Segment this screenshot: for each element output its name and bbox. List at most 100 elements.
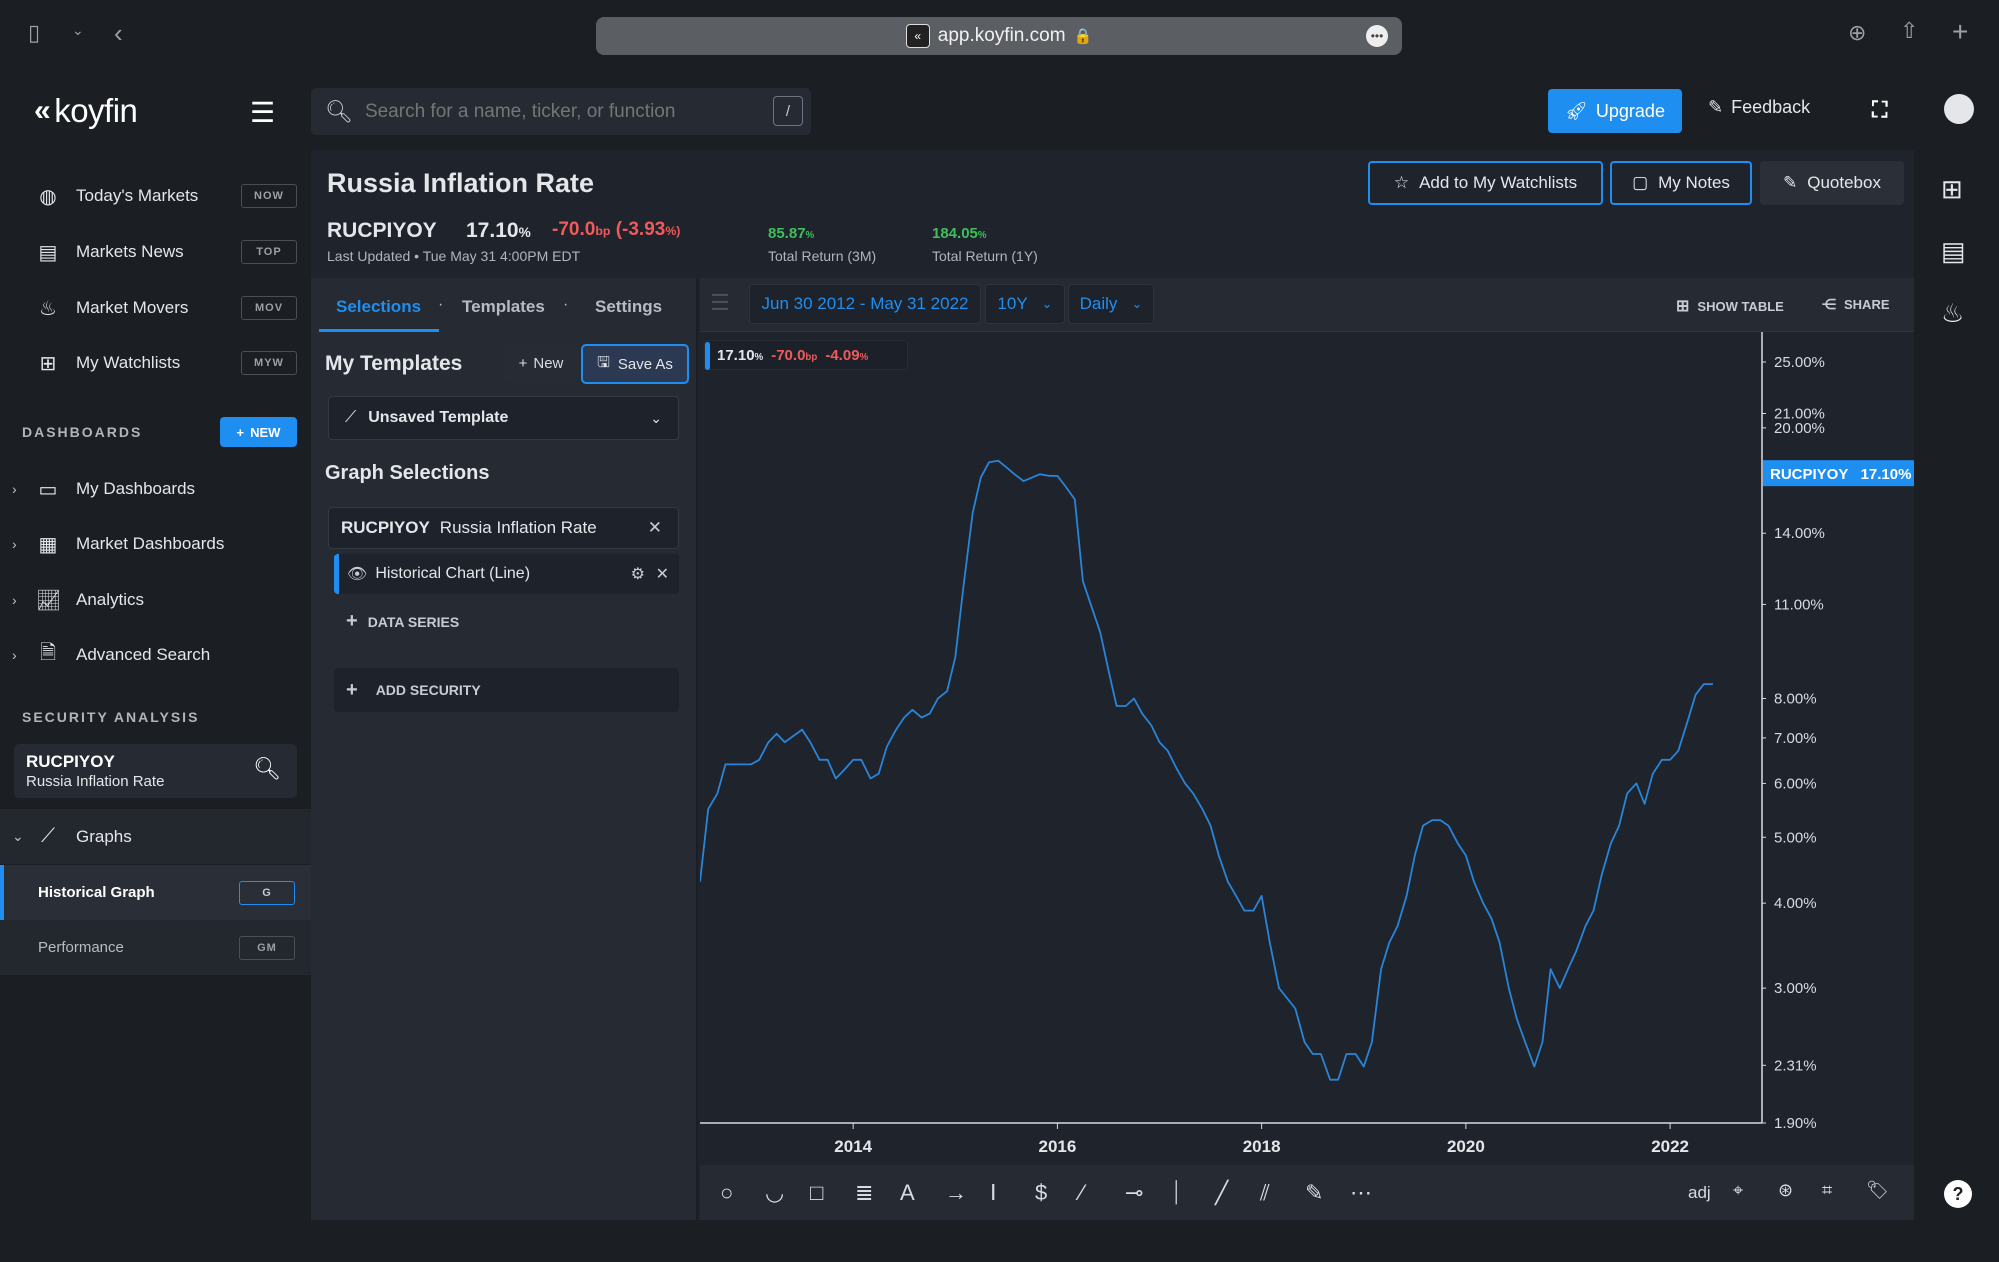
feedback-button[interactable]: ✎ Feedback	[1708, 97, 1810, 118]
search-icon[interactable]: 🔍︎	[253, 756, 281, 782]
share-button[interactable]: ⋲ SHARE	[1822, 296, 1890, 313]
y-tick-label: 4.00%	[1774, 895, 1817, 912]
period-select[interactable]: 10Y ⌄	[985, 284, 1065, 324]
rectangle-icon[interactable]: □	[810, 1180, 823, 1206]
help-icon[interactable]: ?	[1944, 1180, 1972, 1208]
sidebar-item-markets-news[interactable]: ▤ Markets News TOP	[0, 232, 311, 272]
security-selection-card[interactable]: RUCPIYOY Russia Inflation Rate ✕	[328, 507, 679, 549]
sidebar-item-todays-markets[interactable]: ◍ Today's Markets NOW	[0, 176, 311, 216]
sidebar-item-advanced-search[interactable]: › 🗎 Advanced Search	[0, 635, 311, 675]
sidebar-item-my-dashboards[interactable]: › ▭ My Dashboards	[0, 469, 311, 509]
template-select[interactable]: ⟋ Unsaved Template ⌄	[328, 396, 679, 440]
gear-icon[interactable]: ⚙	[631, 564, 645, 584]
tab-selections[interactable]: Selections	[336, 297, 421, 317]
watchlist-icon[interactable]: ⊞	[1941, 174, 1963, 205]
url-bar[interactable]: « app.koyfin.com 🔒 •••	[596, 17, 1402, 55]
series-selection-card[interactable]: 👁︎ Historical Chart (Line) ⚙ ✕	[334, 554, 679, 594]
rocket-icon: 🚀︎	[1565, 100, 1588, 121]
more-icon[interactable]: ⋯	[1350, 1180, 1372, 1206]
sidebar-item-performance[interactable]: Performance GM	[0, 920, 311, 975]
return-value: 85.87	[768, 225, 806, 242]
sidebar-item-analytics[interactable]: › 📈︎ Analytics	[0, 580, 311, 620]
more-options-icon[interactable]: •••	[1366, 25, 1388, 47]
show-table-button[interactable]: ⊞ SHOW TABLE	[1676, 296, 1784, 316]
line-chart-icon: ⟋	[41, 825, 55, 847]
x-tick-label: 2020	[1447, 1137, 1485, 1156]
profile-avatar-icon[interactable]	[1944, 94, 1974, 124]
y-tick-label: 7.00%	[1774, 730, 1817, 747]
crop-icon[interactable]: ⌗	[1822, 1180, 1832, 1201]
trendline-icon[interactable]: ⁄	[1080, 1180, 1084, 1206]
tab-separator: ·	[438, 296, 444, 313]
arrow-icon[interactable]: →	[945, 1180, 967, 1206]
chevron-down-icon: ⌄	[650, 409, 662, 426]
shortcut-badge: GM	[239, 935, 295, 960]
close-icon[interactable]: ✕	[656, 564, 669, 584]
new-tab-icon[interactable]: +	[1952, 16, 1968, 48]
arc-icon[interactable]: ◡	[765, 1180, 784, 1206]
search-input[interactable]	[364, 100, 745, 123]
analytics-icon: 📈︎	[36, 589, 62, 612]
price-note-icon[interactable]: $	[1035, 1180, 1047, 1206]
circle-icon[interactable]: ○	[720, 1180, 733, 1206]
new-dashboard-button[interactable]: + NEW	[220, 417, 297, 447]
sidebar-item-label: Performance	[38, 939, 124, 956]
return-3m: 85.87%	[768, 225, 814, 242]
new-dashboard-label: NEW	[250, 424, 281, 440]
add-security-button[interactable]: + ADD SECURITY	[334, 668, 679, 712]
download-icon[interactable]: ⊕	[1848, 20, 1866, 46]
pencil-icon[interactable]: ✎	[1305, 1180, 1323, 1206]
text-icon[interactable]: A	[900, 1180, 915, 1206]
date-range-button[interactable]: Jun 30 2012 - May 31 2022	[749, 284, 981, 324]
eye-icon[interactable]: 👁︎	[347, 564, 367, 584]
search-bar[interactable]: 🔍︎ /	[311, 88, 811, 135]
parallel-channel-icon[interactable]: ⫽	[1260, 1180, 1270, 1206]
sidebar-item-my-watchlists[interactable]: ⊞ My Watchlists MYW	[0, 343, 311, 383]
collapse-panel-icon[interactable]: ☰	[710, 290, 730, 316]
button-label: DATA SERIES	[367, 613, 460, 630]
y-tick-label: 1.90%	[1774, 1115, 1817, 1132]
sidebar-item-graphs[interactable]: ⌄ ⟋ Graphs	[0, 809, 311, 864]
sidebar-item-market-dashboards[interactable]: › ▦ Market Dashboards	[0, 524, 311, 564]
table-icon: ⊞	[1676, 298, 1690, 315]
horizontal-line-icon[interactable]: ⊸	[1125, 1180, 1143, 1206]
return-unit: %	[805, 230, 815, 241]
last-value-tag-label: RUCPIYOY 17.10%	[1770, 466, 1911, 483]
newspaper-icon[interactable]: ▤	[1941, 236, 1966, 267]
measure-icon[interactable]: Ⅰ	[990, 1180, 997, 1206]
tag-icon[interactable]: 🏷︎	[1866, 1180, 1889, 1201]
fib-lines-icon[interactable]: ≣	[855, 1180, 873, 1206]
y-tick-label: 3.00%	[1774, 980, 1817, 997]
collapse-sidebar-icon[interactable]: ☰	[250, 96, 275, 129]
koyfin-logo[interactable]: « koyfin	[34, 92, 138, 130]
button-label: Save As	[617, 355, 673, 373]
vertical-line-icon[interactable]: ⏐	[1170, 1180, 1182, 1206]
quotebox-button[interactable]: ✎ Quotebox	[1760, 161, 1904, 205]
share-icon[interactable]: ⇧	[1900, 18, 1918, 44]
sidebar-item-historical-graph[interactable]: Historical Graph G	[0, 865, 311, 920]
frequency-select[interactable]: Daily ⌄	[1068, 284, 1154, 324]
upgrade-button[interactable]: 🚀︎ Upgrade	[1548, 89, 1682, 133]
share-nodes-icon: ⋲	[1822, 296, 1836, 312]
adjust-toggle[interactable]: adj	[1688, 1183, 1711, 1203]
save-as-button[interactable]: 🖫 Save As	[581, 344, 689, 384]
y-tick-label: 20.00%	[1774, 420, 1825, 437]
sidebar-toggle-icon[interactable]: ▯	[28, 20, 40, 46]
ray-icon[interactable]: ╱	[1215, 1180, 1228, 1206]
new-template-button[interactable]: + New	[503, 344, 579, 382]
tab-templates[interactable]: Templates	[462, 297, 545, 317]
security-selector[interactable]: RUCPIYOY Russia Inflation Rate 🔍︎	[14, 744, 297, 798]
add-to-watchlists-button[interactable]: ☆ Add to My Watchlists	[1368, 161, 1603, 205]
back-icon[interactable]: ‹	[114, 18, 123, 49]
add-data-series-button[interactable]: + DATA SERIES	[346, 610, 459, 633]
crosshair-icon[interactable]: ⌖	[1733, 1180, 1743, 1201]
magnet-icon[interactable]: ⊛	[1778, 1180, 1793, 1201]
fire-icon[interactable]: ♨	[1941, 298, 1964, 329]
tab-settings[interactable]: Settings	[595, 297, 662, 317]
close-icon[interactable]: ✕	[648, 518, 662, 538]
price-chart[interactable]: 25.00%21.00%20.00%14.00%11.00%8.00%7.00%…	[700, 332, 1914, 1165]
my-notes-button[interactable]: ▢ My Notes	[1610, 161, 1752, 205]
chevron-down-icon[interactable]: ⌄	[72, 22, 84, 39]
sidebar-item-market-movers[interactable]: ♨ Market Movers MOV	[0, 288, 311, 328]
fullscreen-icon[interactable]: ⛶	[1872, 97, 1887, 123]
